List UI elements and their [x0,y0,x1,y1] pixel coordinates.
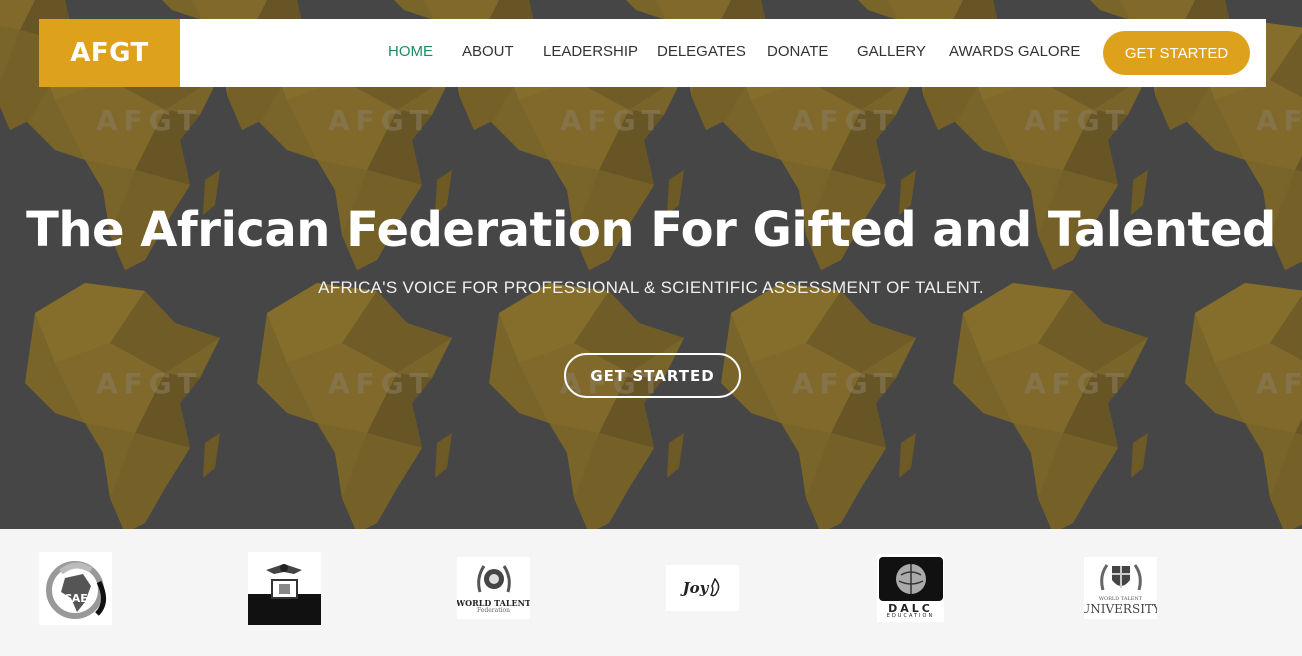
dalc-education-logo[interactable]: DALC EDUCATION [877,554,944,622]
hero-title: The African Federation For Gifted and Ta… [26,202,1276,258]
eagle-crest-logo[interactable] [248,552,321,625]
laurel-globe-icon [476,565,511,593]
hero-get-started-button[interactable]: GET STARTED [564,353,741,398]
nav-leadership[interactable]: LEADERSHIP [543,43,638,60]
world-talent-university-logo[interactable]: WORLD TALENT UNIVERSITY [1084,557,1157,619]
university-shield-icon [1099,563,1142,590]
acael-emblem-icon: ACAEL [46,561,106,619]
eagle-crest-icon [248,552,321,625]
svg-text:ACAEL: ACAEL [55,592,95,605]
partners-strip: ACAEL WORLD TALENT Federation Joy DALC E… [0,529,1302,656]
nav-delegates[interactable]: DELEGATES [657,43,746,60]
joy-logo[interactable]: Joy [666,565,739,611]
nav-about[interactable]: ABOUT [462,43,514,60]
nav-donate[interactable]: DONATE [767,43,828,60]
joy-flame-icon [710,578,720,597]
main-nav: HOME ABOUT LEADERSHIP DELEGATES DONATE G… [39,19,1266,87]
acael-logo[interactable]: ACAEL [39,552,112,625]
nav-gallery[interactable]: GALLERY [857,43,926,60]
nav-awards-galore[interactable]: AWARDS GALORE [949,43,1080,60]
world-talent-federation-logo[interactable]: WORLD TALENT Federation [457,557,530,619]
globe-icon [895,564,926,594]
nav-home[interactable]: HOME [388,43,433,60]
header-get-started-button[interactable]: GET STARTED [1103,31,1250,75]
hero-subtitle: AFRICA'S VOICE FOR PROFESSIONAL & SCIENT… [318,278,984,297]
site-header: AFGT HOME ABOUT LEADERSHIP DELEGATES DON… [39,19,1266,87]
